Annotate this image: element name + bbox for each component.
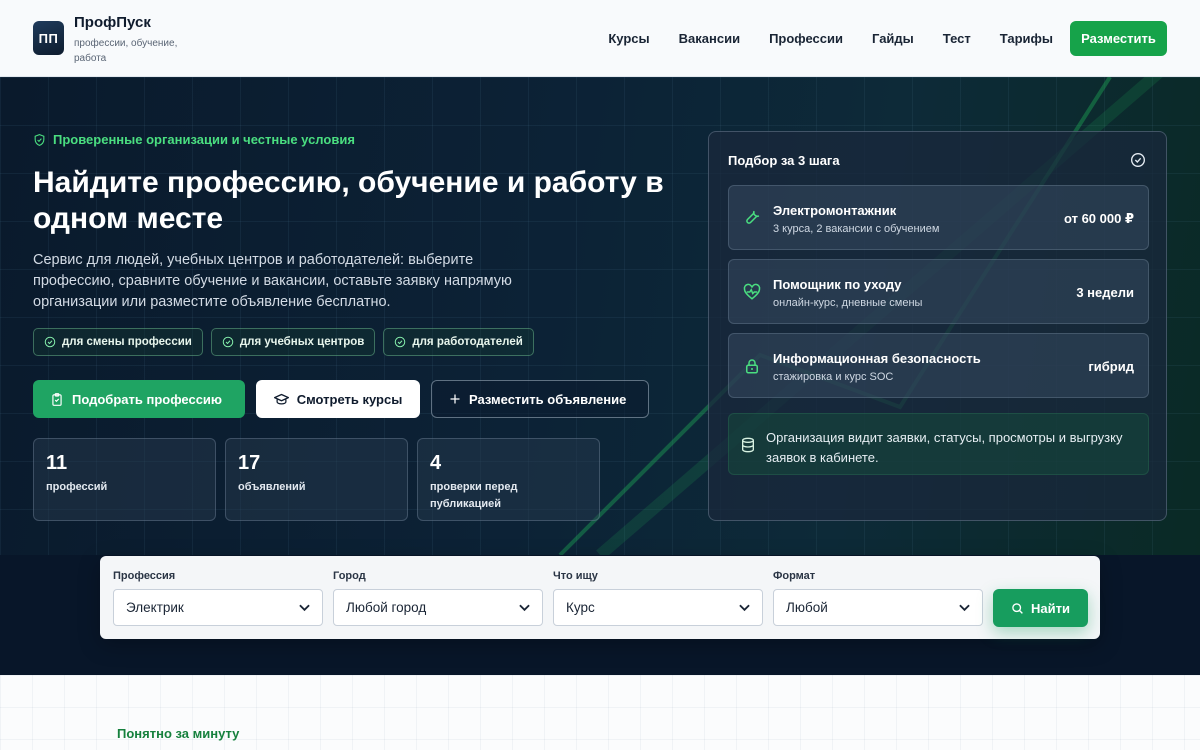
hero-description: Сервис для людей, учебных центров и рабо… — [33, 252, 512, 310]
button-label: Найти — [1031, 600, 1070, 616]
card-value: гибрид — [1088, 359, 1134, 374]
search-icon — [1012, 602, 1023, 614]
stats-row: 11 профессий 17 объявлений 4 проверки пе… — [33, 438, 600, 521]
search-button[interactable]: Найти — [993, 589, 1088, 627]
brand-tagline: профессии, обучение, работа — [74, 38, 178, 64]
post-listing-button[interactable]: Разместить объявление — [431, 380, 649, 418]
select-value: Курс — [566, 600, 595, 615]
nav-guides[interactable]: Гайды — [872, 31, 914, 46]
shield-check-icon — [34, 133, 45, 146]
stat-listings: 17 объявлений — [225, 438, 408, 521]
button-label: Разместить объявление — [469, 391, 627, 407]
pick-profession-button[interactable]: Подобрать профессию — [33, 380, 245, 418]
card-title: Электромонтажник — [773, 203, 897, 218]
check-circle-icon — [395, 336, 406, 348]
card-value: от 60 000 ₽ — [1063, 211, 1134, 226]
explainer-section: Понятно за минуту — [0, 675, 1200, 750]
chevron-down-icon — [739, 604, 750, 611]
chevron-down-icon — [959, 604, 970, 611]
post-ad-button[interactable]: Разместить — [1070, 21, 1167, 56]
stat-label: объявлений — [238, 481, 306, 493]
nav-pricing[interactable]: Тарифы — [1000, 31, 1053, 46]
wrench-icon — [746, 210, 760, 224]
audience-pills: для смены профессии для учебных центров … — [33, 328, 534, 356]
chevron-down-icon — [519, 604, 530, 611]
view-courses-button[interactable]: Смотреть курсы — [256, 380, 420, 418]
profession-field: Профессия Электрик — [113, 570, 323, 626]
panel-title: Подбор за 3 шага — [728, 153, 840, 168]
button-label: Смотреть курсы — [296, 391, 403, 407]
chevron-down-icon — [299, 604, 310, 611]
pill-label: для смены профессии — [62, 336, 192, 348]
stat-label: профессий — [46, 481, 108, 493]
stat-professions: 11 профессий — [33, 438, 216, 521]
clipboard-check-icon — [52, 392, 62, 406]
field-label: Что ищу — [553, 570, 598, 582]
profession-card-caregiver[interactable]: Помощник по уходу онлайн-курс, дневные с… — [728, 259, 1149, 324]
trust-badge-text: Проверенные организации и честные услови… — [53, 132, 355, 147]
hero-actions: Подобрать профессию Смотреть курсы Разме… — [33, 380, 649, 418]
pill-label: для учебных центров — [239, 336, 365, 348]
profession-card-infosec[interactable]: Информационная безопасность стажировка и… — [728, 333, 1149, 398]
pill-training-centers[interactable]: для учебных центров — [210, 328, 376, 356]
stat-label: проверки перед публикацией — [430, 481, 518, 510]
site-header: ПП ПрофПуск профессии, обучение, работа … — [0, 0, 1200, 77]
graduation-cap-icon — [273, 393, 289, 405]
card-title: Информационная безопасность — [773, 351, 981, 366]
database-icon — [742, 437, 754, 453]
nav-professions[interactable]: Профессии — [769, 31, 843, 46]
section-eyebrow: Понятно за минуту — [117, 726, 240, 741]
card-subtitle: 3 курса, 2 вакансии с обучением — [773, 223, 940, 235]
button-label: Подобрать профессию — [72, 391, 223, 407]
stat-number: 11 — [46, 452, 68, 474]
card-subtitle: онлайн-курс, дневные смены — [773, 297, 923, 309]
check-circle-icon — [44, 336, 56, 348]
organization-note: Организация видит заявки, статусы, просм… — [728, 413, 1149, 475]
field-label: Город — [333, 570, 366, 582]
card-value: 3 недели — [1076, 285, 1134, 300]
select-value: Любой — [786, 600, 828, 615]
format-field: Формат Любой — [773, 570, 983, 626]
city-select[interactable]: Любой город — [333, 589, 543, 626]
stat-checks: 4 проверки перед публикацией — [417, 438, 600, 521]
field-label: Формат — [773, 570, 816, 582]
stat-number: 17 — [238, 452, 261, 474]
check-circle-icon — [222, 336, 234, 348]
select-value: Электрик — [126, 600, 184, 615]
card-title: Помощник по уходу — [773, 277, 902, 292]
main-nav: Курсы Вакансии Профессии Гайды Тест Тари… — [608, 31, 1053, 46]
nav-vacancies[interactable]: Вакансии — [679, 31, 740, 46]
profession-select[interactable]: Электрик — [113, 589, 323, 626]
plus-icon — [450, 394, 460, 404]
looking-for-select[interactable]: Курс — [553, 589, 763, 626]
card-subtitle: стажировка и курс SOC — [773, 371, 894, 383]
profession-card-electrician[interactable]: Электромонтажник 3 курса, 2 вакансии с о… — [728, 185, 1149, 250]
logo[interactable]: ПП — [33, 21, 64, 55]
heart-pulse-icon — [743, 283, 761, 300]
select-value: Любой город — [346, 600, 427, 615]
stat-number: 4 — [430, 452, 442, 474]
pill-label: для работодателей — [412, 336, 523, 348]
selection-panel: Подбор за 3 шага Электромонтажник 3 курс… — [708, 131, 1167, 521]
trust-badge: Проверенные организации и честные услови… — [33, 132, 355, 147]
lock-icon — [746, 359, 758, 374]
pill-career-change[interactable]: для смены профессии — [33, 328, 203, 356]
pill-employers[interactable]: для работодателей — [383, 328, 534, 356]
note-text: Организация видит заявки, статусы, просм… — [766, 430, 1123, 465]
nav-courses[interactable]: Курсы — [608, 31, 649, 46]
nav-test[interactable]: Тест — [943, 31, 971, 46]
check-circle-icon — [1131, 153, 1145, 167]
search-bar: Профессия Электрик Город Любой город Что… — [100, 556, 1100, 639]
field-label: Профессия — [113, 570, 176, 582]
looking-for-field: Что ищу Курс — [553, 570, 763, 626]
hero-title: Найдите профессию, обучение и работу в о… — [33, 166, 664, 235]
format-select[interactable]: Любой — [773, 589, 983, 626]
city-field: Город Любой город — [333, 570, 543, 626]
brand-name[interactable]: ПрофПуск — [74, 14, 151, 31]
